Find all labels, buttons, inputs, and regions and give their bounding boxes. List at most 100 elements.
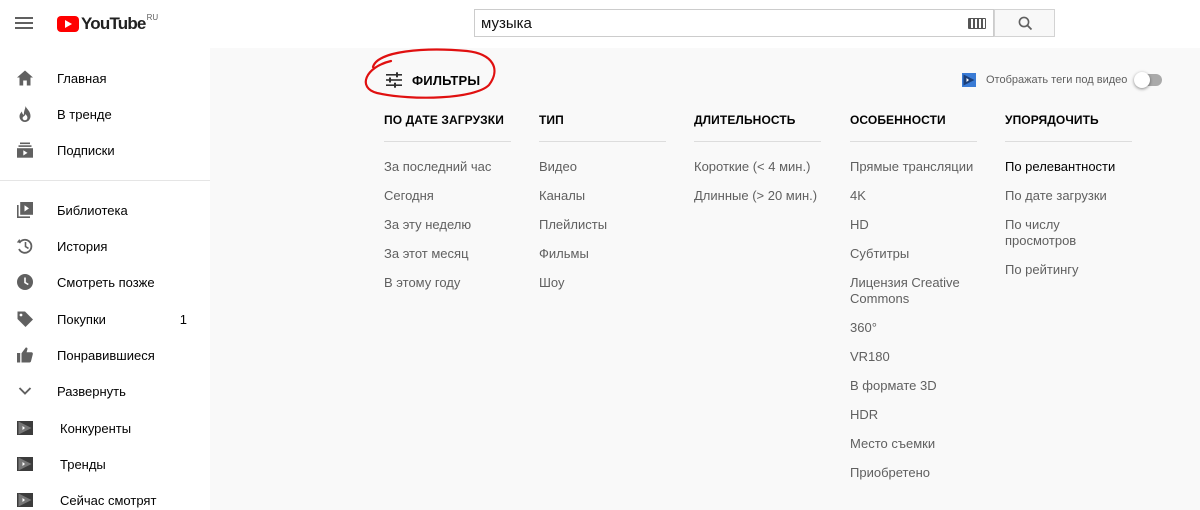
sidebar-item-label: Развернуть [57,383,126,399]
filter-option[interactable]: Приобретено [850,465,977,481]
search-button[interactable] [994,9,1055,37]
logo-text: YouTube [81,14,146,33]
show-tags-switch[interactable] [1134,72,1163,88]
filter-column-features: ОСОБЕННОСТИ Прямые трансляции 4K HD Субт… [850,112,977,494]
filter-column-heading: ТИП [539,113,564,127]
youtube-play-icon [57,16,79,32]
filter-column-upload-date: ПО ДАТЕ ЗАГРУЗКИ За последний час Сегодн… [384,112,511,304]
filter-option[interactable]: 360° [850,320,977,336]
keyboard-icon[interactable] [968,18,986,29]
sidebar-item-trends[interactable]: Тренды [0,446,210,482]
sidebar-item-purchases[interactable]: Покупки 1 [0,301,210,337]
filter-option[interactable]: Фильмы [539,246,666,262]
show-tags-setting: Отображать теги под видео [962,71,1163,89]
filter-option[interactable]: Субтитры [850,246,977,262]
column-divider [850,141,977,142]
filter-option[interactable]: Короткие (< 4 мин.) [694,159,821,175]
home-icon [17,70,33,86]
show-tags-label: Отображать теги под видео [986,74,1128,86]
filter-sliders-icon [386,72,402,88]
sidebar-item-watch-later[interactable]: Смотреть позже [0,264,210,300]
sidebar-item-label: Конкуренты [60,420,132,436]
filter-option[interactable]: Длинные (> 20 мин.) [694,188,821,204]
sidebar-item-expand[interactable]: Развернуть [0,373,210,409]
sidebar-item-watching-now[interactable]: Сейчас смотрят [0,482,210,510]
menu-icon[interactable] [14,14,34,34]
sidebar-divider [0,180,210,181]
filter-column-heading: ДЛИТЕЛЬНОСТЬ [694,113,796,127]
filter-option[interactable]: VR180 [850,349,977,365]
filter-option[interactable]: За последний час [384,159,511,175]
filter-column-duration: ДЛИТЕЛЬНОСТЬ Короткие (< 4 мин.) Длинные… [694,112,821,217]
youtube-logo[interactable]: YouTube RU [57,13,158,35]
filter-column-heading: УПОРЯДОЧИТЬ [1005,113,1099,127]
flame-icon [19,106,31,122]
sidebar-item-label: Понравившиеся [57,347,155,363]
filter-option[interactable]: В формате 3D [850,378,977,394]
thumb-up-icon [17,347,33,363]
filters-title: ФИЛЬТРЫ [412,72,481,88]
filter-option[interactable]: 4K [850,188,977,204]
filters-toggle-button[interactable]: ФИЛЬТРЫ [385,70,480,90]
extension-icon [17,457,33,471]
filter-option[interactable]: В этому году [384,275,511,291]
library-icon [17,202,33,218]
subscriptions-icon [17,142,33,158]
sidebar-item-library[interactable]: Библиотека [0,192,210,228]
filter-option[interactable]: Лицензия Creative Commons [850,275,977,307]
column-divider [539,141,666,142]
search-input[interactable] [481,10,951,36]
sidebar-item-history[interactable]: История [0,228,210,264]
column-divider [694,141,821,142]
sidebar-item-competitors[interactable]: Конкуренты [0,410,210,446]
filter-option[interactable]: Прямые трансляции [850,159,977,175]
sidebar-item-liked[interactable]: Понравившиеся [0,337,210,373]
tag-icon [17,311,33,327]
column-divider [384,141,511,142]
search-box [474,9,994,37]
filter-option[interactable]: По дате загрузки [1005,188,1132,204]
search-icon [1018,16,1033,31]
sidebar-item-label: Сейчас смотрят [60,492,157,508]
extension-icon [962,73,976,87]
filter-option[interactable]: Видео [539,159,666,175]
extension-icon [17,493,33,507]
filter-column-type: ТИП Видео Каналы Плейлисты Фильмы Шоу [539,112,666,304]
sidebar-item-label: Смотреть позже [57,274,155,290]
filter-column-heading: ПО ДАТЕ ЗАГРУЗКИ [384,113,504,127]
filter-option-selected[interactable]: По релевантности [1005,159,1132,175]
sidebar-item-label: В тренде [57,106,112,122]
sidebar-item-subscriptions[interactable]: Подписки [0,132,210,168]
filter-column-sort: УПОРЯДОЧИТЬ По релевантности По дате заг… [1005,112,1132,291]
column-divider [1005,141,1132,142]
filter-option[interactable]: Плейлисты [539,217,666,233]
filter-column-heading: ОСОБЕННОСТИ [850,113,946,127]
filter-option[interactable]: За этот месяц [384,246,511,262]
sidebar-item-trending[interactable]: В тренде [0,96,210,132]
sidebar-item-home[interactable]: Главная [0,60,210,96]
logo-region: RU [146,13,159,22]
history-icon [16,238,33,254]
filter-option[interactable]: По рейтингу [1005,262,1132,278]
sidebar-item-label: Покупки [57,311,106,327]
filter-option[interactable]: Шоу [539,275,666,291]
filter-option[interactable]: HD [850,217,977,233]
filter-option[interactable]: По числу просмотров [1005,217,1132,249]
top-bar: YouTube RU [0,0,1200,48]
chevron-down-icon [18,387,32,395]
filter-option[interactable]: HDR [850,407,977,423]
extension-icon [17,421,33,435]
sidebar-item-label: Тренды [60,456,106,472]
sidebar-item-label: Подписки [57,142,115,158]
filter-option[interactable]: Место съемки [850,436,977,452]
filter-option[interactable]: Сегодня [384,188,511,204]
sidebar-item-label: Библиотека [57,202,128,218]
sidebar-item-label: Главная [57,70,107,86]
clock-icon [17,274,33,290]
search-filters-panel: ФИЛЬТРЫ Отображать теги под видео ПО ДАТ… [210,48,1200,510]
filter-option[interactable]: Каналы [539,188,666,204]
sidebar: Главная В тренде Подписки Библиотека Ист… [0,48,210,510]
sidebar-item-label: История [57,238,108,254]
filter-option[interactable]: За эту неделю [384,217,511,233]
purchases-count: 1 [179,311,187,327]
